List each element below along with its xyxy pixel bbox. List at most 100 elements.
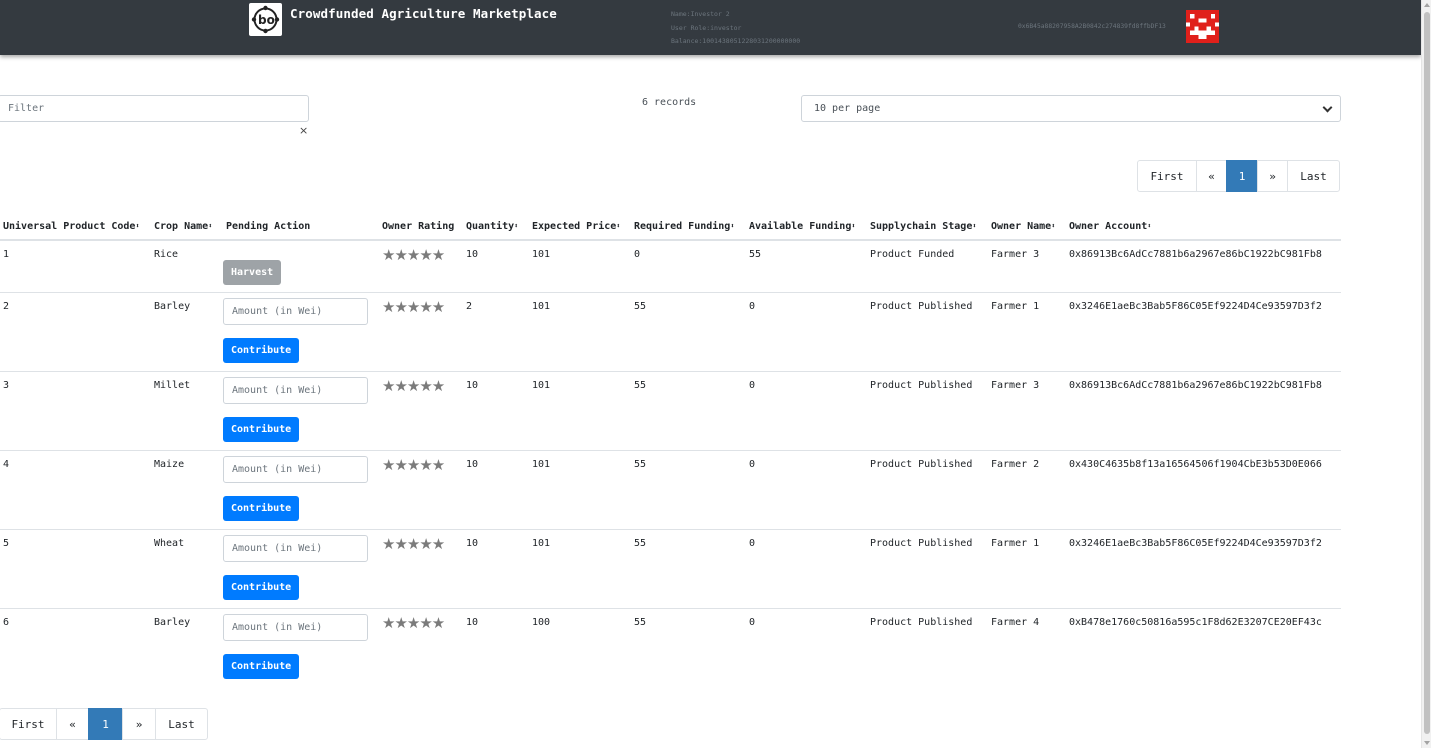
owner-account-cell: 0x3246E1aeBc3Bab5F86C05Ef9224D4Ce93597D3…	[1066, 291, 1341, 371]
sort-icon[interactable]: ⬍	[972, 222, 976, 230]
contribute-button[interactable]: Contribute	[223, 653, 300, 679]
chevron-down-icon	[1322, 102, 1333, 113]
clear-filter-icon[interactable]: ×	[299, 124, 308, 137]
star-rating-icon[interactable]: ★★★★★	[382, 298, 445, 316]
page-next-button[interactable]: »	[122, 708, 156, 740]
filter-input[interactable]	[0, 95, 309, 122]
amount-input[interactable]	[223, 613, 368, 641]
owner-account-cell: 0x3246E1aeBc3Bab5F86C05Ef9224D4Ce93597D3…	[1066, 528, 1341, 608]
upc-cell: 6	[0, 607, 151, 687]
price-cell: 100	[529, 607, 631, 687]
page-current-button[interactable]: 1	[1226, 160, 1258, 192]
price-cell: 101	[529, 449, 631, 529]
stage-cell: Product Published	[867, 291, 988, 371]
scroll-down-icon[interactable]	[1424, 741, 1430, 745]
products-table: Universal Product Code⬍ Crop Name⬍ Pendi…	[0, 214, 1341, 687]
page-current-button[interactable]: 1	[88, 708, 123, 740]
column-header: Owner Rating	[379, 214, 463, 241]
user-name: Name:Investor 2	[671, 10, 730, 18]
owner-account-cell: 0x430C4635b8f13a16564506f1904CbE3b53D0E0…	[1066, 449, 1341, 529]
price-cell: 101	[529, 291, 631, 371]
required-funding-cell: 55	[631, 291, 746, 371]
pagination-bottom: First « 1 » Last	[0, 708, 208, 740]
column-header[interactable]: Supplychain Stage⬍	[867, 214, 988, 241]
table-row: 3 Millet Contribute ★★★★★ 10 101 55 0 Pr…	[0, 370, 1341, 450]
sort-icon[interactable]: ⬍	[730, 222, 734, 230]
required-funding-cell: 0	[631, 239, 746, 292]
column-header[interactable]: Quantity⬍	[463, 214, 529, 241]
table-row: 5 Wheat Contribute ★★★★★ 10 101 55 0 Pro…	[0, 528, 1341, 608]
page-first-button[interactable]: First	[1137, 160, 1197, 192]
sort-icon[interactable]: ⬍	[1147, 222, 1151, 230]
sort-icon[interactable]: ⬍	[1051, 222, 1055, 230]
crop-cell: Barley	[151, 291, 223, 371]
page-last-button[interactable]: Last	[1287, 160, 1340, 192]
quantity-cell: 10	[463, 449, 529, 529]
column-header[interactable]: Required Funding⬍	[631, 214, 746, 241]
star-rating-icon[interactable]: ★★★★★	[382, 456, 445, 474]
quantity-cell: 10	[463, 239, 529, 292]
page-scrollbar[interactable]	[1421, 0, 1431, 748]
sort-icon[interactable]: ⬍	[851, 222, 855, 230]
amount-input[interactable]	[223, 455, 368, 483]
table-row: 6 Barley Contribute ★★★★★ 10 100 55 0 Pr…	[0, 607, 1341, 687]
table-header-row: Universal Product Code⬍ Crop Name⬍ Pendi…	[0, 214, 1341, 241]
upc-cell: 5	[0, 528, 151, 608]
app-logo-icon[interactable]: bo	[249, 3, 282, 36]
contribute-button[interactable]: Contribute	[223, 495, 300, 521]
amount-input[interactable]	[223, 376, 368, 404]
column-header[interactable]: Owner Account⬍	[1066, 214, 1341, 241]
price-cell: 101	[529, 528, 631, 608]
owner-account-cell: 0x86913Bc6AdCc7881b6a2967e86bC1922bC981F…	[1066, 239, 1341, 292]
sort-icon[interactable]: ⬍	[514, 222, 518, 230]
available-funding-cell: 0	[746, 449, 867, 529]
star-rating-icon[interactable]: ★★★★★	[382, 535, 445, 553]
user-info: Name:Investor 2 User Role:investor Balan…	[671, 8, 800, 49]
harvest-button[interactable]: Harvest	[223, 260, 282, 285]
upc-cell: 2	[0, 291, 151, 371]
per-page-select[interactable]: 10 per page	[801, 95, 1341, 122]
owner-name-cell: Farmer 1	[988, 291, 1066, 371]
table-row: 1 Rice Harvest ★★★★★ 10 101 0 55 Product…	[0, 239, 1341, 292]
page-last-button[interactable]: Last	[155, 708, 208, 740]
page-first-button[interactable]: First	[0, 708, 57, 740]
column-header[interactable]: Crop Name⬍	[151, 214, 223, 241]
scrollbar-thumb[interactable]	[1424, 12, 1430, 734]
stage-cell: Product Published	[867, 449, 988, 529]
rating-cell: ★★★★★	[379, 291, 463, 371]
column-header[interactable]: Universal Product Code⬍	[0, 214, 151, 241]
per-page-value: 10 per page	[814, 103, 881, 114]
page-next-button[interactable]: »	[1257, 160, 1288, 192]
required-funding-cell: 55	[631, 370, 746, 450]
stage-cell: Product Published	[867, 607, 988, 687]
account-address: 0x6B45a88207958A2B0842c274839fd8ffbDF13	[1018, 23, 1166, 30]
amount-input[interactable]	[223, 534, 368, 562]
column-header[interactable]: Owner Name⬍	[988, 214, 1066, 241]
available-funding-cell: 0	[746, 291, 867, 371]
page-prev-button[interactable]: «	[1196, 160, 1227, 192]
sort-icon[interactable]: ⬍	[135, 222, 139, 230]
scroll-up-icon[interactable]	[1424, 3, 1430, 7]
contribute-button[interactable]: Contribute	[223, 337, 300, 363]
crop-cell: Barley	[151, 607, 223, 687]
sort-icon[interactable]: ⬍	[208, 222, 212, 230]
column-header[interactable]: Available Funding⬍	[746, 214, 867, 241]
page-prev-button[interactable]: «	[56, 708, 89, 740]
owner-name-cell: Farmer 1	[988, 528, 1066, 608]
star-rating-icon[interactable]: ★★★★★	[382, 246, 445, 264]
upc-cell: 4	[0, 449, 151, 529]
action-cell: Contribute	[223, 607, 379, 687]
star-rating-icon[interactable]: ★★★★★	[382, 377, 445, 395]
star-rating-icon[interactable]: ★★★★★	[382, 614, 445, 632]
user-role: User Role:investor	[671, 23, 742, 32]
contribute-button[interactable]: Contribute	[223, 416, 300, 442]
app-title[interactable]: Crowdfunded Agriculture Marketplace	[290, 6, 557, 21]
contribute-button[interactable]: Contribute	[223, 574, 300, 600]
upc-cell: 3	[0, 370, 151, 450]
sort-icon[interactable]: ⬍	[616, 222, 620, 230]
required-funding-cell: 55	[631, 607, 746, 687]
column-header[interactable]: Expected Price⬍	[529, 214, 631, 241]
rating-cell: ★★★★★	[379, 449, 463, 529]
amount-input[interactable]	[223, 297, 368, 325]
action-cell: Contribute	[223, 449, 379, 529]
